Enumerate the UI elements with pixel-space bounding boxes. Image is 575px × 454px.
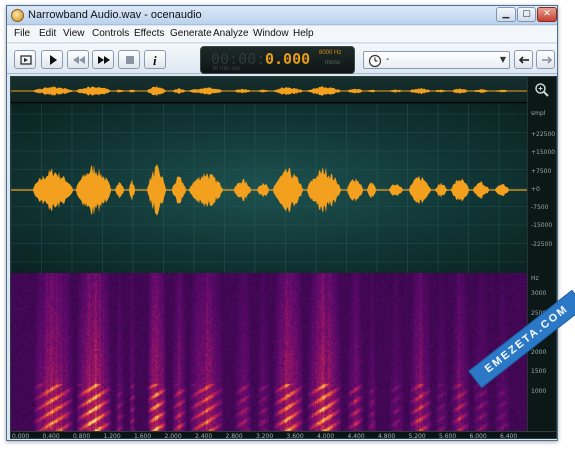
frequency-tick-label: 1000	[531, 388, 547, 395]
time-tick-label: 5.200	[408, 433, 426, 439]
menu-generate[interactable]: Generate	[170, 28, 212, 39]
clock-icon	[368, 54, 382, 68]
maximize-button[interactable]: ▢	[517, 7, 536, 22]
time-tick-label: 3.200	[256, 433, 274, 439]
close-button[interactable]: ✕	[537, 7, 557, 22]
frequency-tick-label: 1500	[531, 368, 547, 375]
rewind-icon	[73, 56, 85, 64]
time-tick-label: 0.800	[73, 433, 91, 439]
arrow-right-icon	[542, 56, 553, 64]
time-display: 00:00:0 0.000 hr min sec 8000 Hz mono	[200, 46, 355, 74]
time-tick-label: 5.600	[439, 433, 457, 439]
time-display-unit-labels: hr min sec	[213, 66, 241, 72]
rewind-button[interactable]	[67, 50, 89, 69]
menu-controls[interactable]: Controls	[92, 28, 129, 39]
spectrogram-view[interactable]	[11, 273, 527, 431]
time-tick-label: 4.000	[317, 433, 335, 439]
waveform	[11, 104, 527, 273]
chevron-down-icon: ▼	[499, 55, 506, 64]
menu-analyze[interactable]: Analyze	[213, 28, 249, 39]
waveform-overview[interactable]	[11, 77, 527, 103]
spectrogram	[11, 273, 527, 431]
window-title: Narrowband Audio.wav - ocenaudio	[28, 9, 202, 21]
amplitude-tick-label: +0	[531, 186, 540, 193]
time-tick-label: 2.800	[225, 433, 243, 439]
time-display-value: 0.000	[265, 50, 311, 68]
transport-toolbar: i 00:00:0 0.000 hr min sec 8000 Hz mono …	[7, 44, 557, 74]
amplitude-tick-label: -22500	[531, 241, 553, 248]
undo-button[interactable]	[514, 50, 533, 69]
amplitude-tick-label: -7500	[531, 204, 549, 211]
time-tick-label: 2.400	[195, 433, 213, 439]
overview-waveform	[11, 85, 527, 97]
ocenaudio-logo-icon	[11, 9, 24, 22]
time-tick-label: 0.000	[12, 433, 30, 439]
stop-button[interactable]	[118, 50, 140, 69]
amplitude-tick-label: +7500	[531, 168, 552, 175]
redo-button[interactable]	[536, 50, 555, 69]
play-icon	[50, 55, 57, 65]
amplitude-unit-label: smpl	[531, 110, 546, 117]
frequency-tick-label: 2000	[531, 349, 547, 356]
time-tick-label: 0.400	[42, 433, 60, 439]
time-tick-label: 2.000	[164, 433, 182, 439]
stop-icon	[126, 56, 134, 64]
time-tick-label: 4.800	[378, 433, 396, 439]
svg-text:i: i	[153, 53, 157, 68]
audio-editor[interactable]: smpl +22500 +15000 +7500 +0 -7500 -15000…	[10, 76, 557, 439]
info-icon: i	[153, 53, 157, 68]
arrow-left-icon	[518, 56, 529, 64]
frequency-unit-label: Hz	[531, 275, 539, 282]
zoom-icon[interactable]	[534, 82, 550, 98]
minimize-button[interactable]: ▁	[496, 7, 516, 22]
amplitude-frequency-scale: smpl +22500 +15000 +7500 +0 -7500 -15000…	[527, 77, 556, 431]
fast-forward-button[interactable]	[92, 50, 114, 69]
time-ruler[interactable]: 0.000 0.400 0.800 1.200 1.600 2.000 2.400 2.800…	[11, 431, 556, 439]
time-tick-label: 4.400	[347, 433, 365, 439]
play-selection-button[interactable]	[14, 50, 36, 69]
menu-bar: File Edit View Controls Effects Generate…	[7, 26, 557, 43]
time-tick-label: 1.600	[134, 433, 152, 439]
menu-help[interactable]: Help	[293, 28, 314, 39]
history-selector[interactable]: - ▼	[363, 51, 510, 69]
amplitude-tick-label: +15000	[531, 149, 556, 156]
amplitude-tick-label: +22500	[531, 131, 556, 138]
menu-edit[interactable]: Edit	[39, 28, 56, 39]
info-button[interactable]: i	[144, 50, 166, 69]
time-tick-label: 3.600	[286, 433, 304, 439]
frequency-tick-label: 3000	[531, 290, 547, 297]
menu-effects[interactable]: Effects	[134, 28, 164, 39]
history-selector-value: -	[386, 54, 390, 65]
sample-rate-readout: 8000 Hz	[319, 50, 342, 56]
play-selection-icon	[20, 55, 32, 65]
menu-view[interactable]: View	[63, 28, 85, 39]
waveform-view[interactable]	[11, 104, 527, 273]
channel-mode-readout: mono	[325, 60, 341, 66]
menu-window[interactable]: Window	[253, 28, 289, 39]
time-tick-label: 6.400	[500, 433, 518, 439]
time-tick-label: 6.000	[469, 433, 487, 439]
menu-file[interactable]: File	[14, 28, 30, 39]
play-button[interactable]	[41, 50, 63, 69]
time-tick-label: 1.200	[103, 433, 121, 439]
fast-forward-icon	[98, 56, 110, 64]
amplitude-tick-label: -15000	[531, 222, 553, 229]
title-bar: Narrowband Audio.wav - ocenaudio ▁ ▢ ✕	[7, 6, 557, 25]
